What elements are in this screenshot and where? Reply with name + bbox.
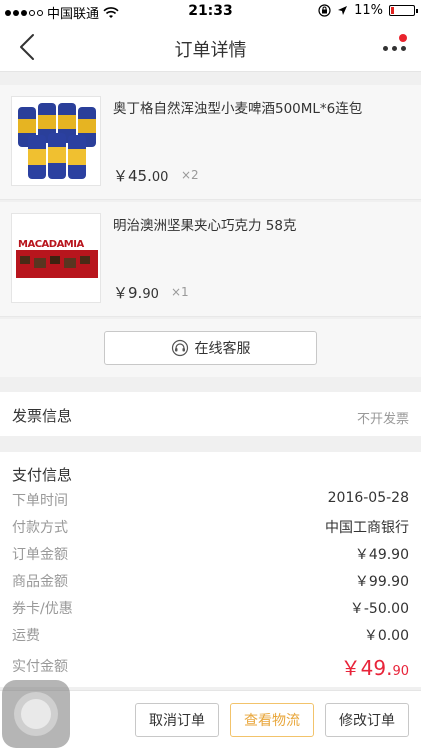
page-title: 订单详情 (174, 40, 247, 61)
total-main: ￥49. (340, 656, 393, 680)
product-name: 明治澳洲坚果夹心巧克力 58克 (113, 218, 297, 234)
product-name: 奥丁格自然浑浊型小麦啤酒500ML*6连包 (113, 101, 363, 117)
payment-method-row: 付款方式 中国工商银行 (12, 517, 409, 539)
row-value: ￥99.90 (354, 574, 409, 590)
more-dots-icon-dot (400, 45, 406, 51)
customer-service-icon (171, 339, 188, 357)
online-service-button[interactable]: 在线客服 (104, 331, 317, 365)
price-main: ￥45. (113, 167, 152, 185)
row-key: 实付金额 (12, 659, 68, 675)
product-quantity: ×1 (171, 285, 189, 299)
product-item[interactable]: MACADAMIA 明治澳洲坚果夹心巧克力 58克 ￥9.90 ×1 (0, 202, 421, 317)
order-time-row: 下单时间 2016-05-28 (12, 490, 409, 512)
nav-bar: 订单详情 (0, 22, 421, 72)
notification-badge (399, 34, 407, 42)
row-key: 订单金额 (12, 547, 68, 563)
row-value: 2016-05-28 (327, 490, 409, 506)
shipping-fee-row: 运费 ￥0.00 (12, 625, 409, 647)
rotation-lock-icon (318, 4, 331, 17)
product-thumbnail-chocolate: MACADAMIA (11, 213, 101, 303)
price-cents: 90 (142, 287, 159, 302)
product-thumbnail-beer (11, 96, 101, 186)
price-main: ￥9. (113, 284, 143, 302)
product-price: ￥9.90 (113, 282, 159, 303)
product-item[interactable]: 奥丁格自然浑浊型小麦啤酒500ML*6连包 ￥45.00 ×2 (0, 85, 421, 200)
beer-cans-image (12, 97, 100, 185)
view-logistics-button[interactable]: 查看物流 (230, 703, 314, 737)
chocolate-box-image (12, 214, 100, 302)
invoice-label: 发票信息 (12, 407, 73, 425)
row-value: 中国工商银行 (325, 520, 409, 536)
more-menu-button[interactable] (377, 34, 411, 60)
price-cents: 00 (151, 170, 169, 185)
battery-icon (389, 5, 418, 16)
row-value: ￥49.90 (354, 547, 409, 563)
payment-title: 支付信息 (12, 466, 73, 484)
assistive-touch-button[interactable] (2, 680, 70, 748)
status-bar: 中国联通 21:33 11% (0, 0, 421, 22)
chocolate-box-brand: MACADAMIA (18, 239, 84, 250)
goods-amount-row: 商品金额 ￥99.90 (12, 571, 409, 593)
product-quantity: ×2 (181, 168, 199, 182)
modify-order-button[interactable]: 修改订单 (325, 703, 409, 737)
actual-paid-amount: ￥49.90 (341, 652, 409, 681)
product-price: ￥45.00 (113, 165, 168, 186)
more-dots-icon (382, 45, 388, 51)
row-key: 下单时间 (12, 493, 68, 509)
location-arrow-icon (338, 6, 348, 15)
coupon-row: 券卡/优惠 ￥-50.00 (12, 598, 409, 620)
more-dots-icon-dot (391, 45, 397, 51)
invoice-value: 不开发票 (356, 412, 409, 427)
row-value: ￥0.00 (363, 628, 409, 644)
battery-percent: 11% (354, 3, 383, 18)
invoice-section[interactable]: 发票信息 不开发票 (0, 392, 421, 436)
status-right: 11% (318, 3, 418, 18)
service-section: 在线客服 (0, 319, 421, 377)
online-service-label: 在线客服 (194, 341, 251, 357)
actual-paid-row: 实付金额 ￥49.90 (12, 656, 409, 680)
row-key: 付款方式 (12, 520, 68, 536)
total-cents: 90 (392, 664, 409, 679)
row-key: 运费 (12, 628, 40, 644)
order-amount-row: 订单金额 ￥49.90 (12, 544, 409, 566)
row-key: 券卡/优惠 (12, 601, 73, 617)
row-key: 商品金额 (12, 574, 68, 590)
assistive-touch-inner (21, 699, 51, 729)
cancel-order-button[interactable]: 取消订单 (135, 703, 219, 737)
row-value: ￥-50.00 (349, 601, 409, 617)
payment-section: 支付信息 下单时间 2016-05-28 付款方式 中国工商银行 订单金额 ￥4… (0, 452, 421, 687)
